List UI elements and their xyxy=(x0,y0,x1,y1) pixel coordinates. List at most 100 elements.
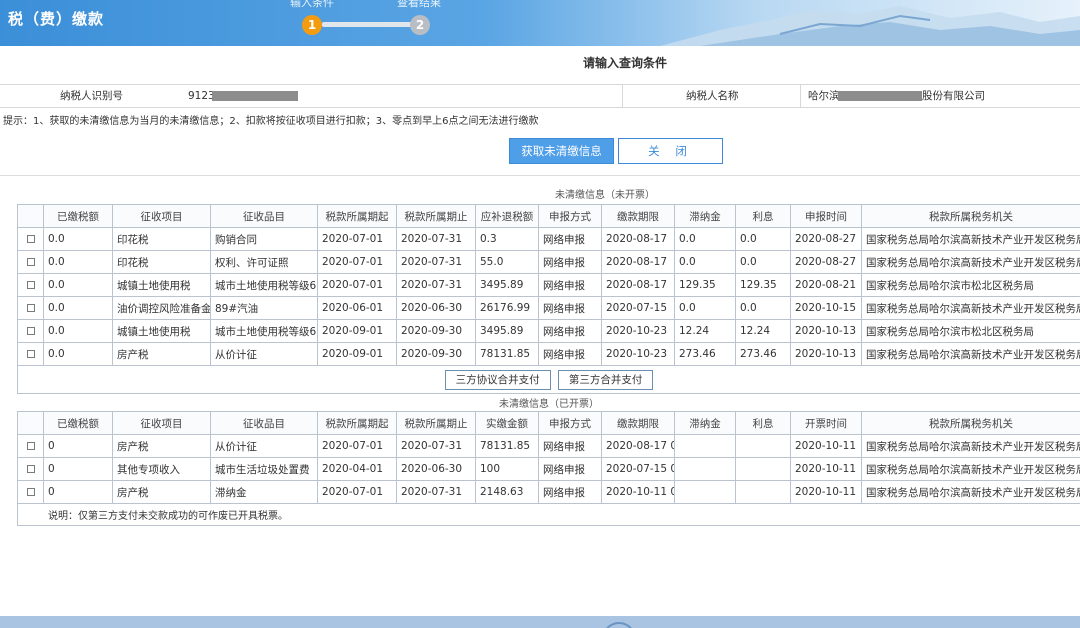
row-checkbox[interactable] xyxy=(26,304,35,312)
table-cell: 26176.99 xyxy=(475,296,539,320)
query-section-title: 请输入查询条件 xyxy=(582,56,667,70)
column-header: 税款所属期起 xyxy=(317,411,397,435)
mountain-wall-banner xyxy=(660,6,1080,46)
tripartite-combined-pay-button[interactable]: 三方协议合并支付 xyxy=(444,369,551,390)
table-cell xyxy=(735,457,791,481)
table-cell: 城市土地使用税等级6 xyxy=(210,319,318,343)
table-cell: 2020-06-30 xyxy=(396,296,476,320)
table-cell: 房产税 xyxy=(112,342,211,366)
unbilled-table-header: 已缴税额 征收项目 征收品目 税款所属期起 税款所属期止 应补退税额 申报方式 缴款期限 滞纳金… xyxy=(17,204,1080,228)
divider xyxy=(0,175,1080,176)
table-cell: 100 xyxy=(475,457,539,481)
billed-table-header: 已缴税额 征收项目 征收品目 税款所属期起 税款所属期止 实缴金额 申报方式 缴款期限 滞纳金利… xyxy=(17,411,1080,435)
row-checkbox[interactable] xyxy=(26,465,35,473)
row-checkbox-cell xyxy=(17,480,44,504)
table-row[interactable]: 0 房产税 滞纳金 2020-07-01 2020-07-31 2148.63 网络申报 20… xyxy=(17,480,1080,504)
table-cell: 2020-07-01 xyxy=(317,250,397,274)
table-cell: 城市生活垃圾处置费 xyxy=(210,457,318,481)
column-header: 已缴税额 xyxy=(43,204,113,228)
table-cell: 129.35 xyxy=(735,273,791,297)
fetch-unpaid-button[interactable]: 获取未清缴信息 xyxy=(509,138,614,164)
table-cell: 网络申报 xyxy=(538,296,602,320)
table-cell: 房产税 xyxy=(112,434,211,458)
table-cell: 2020-07-31 xyxy=(396,434,476,458)
unbilled-table-caption: 未清缴信息（未开票） xyxy=(555,190,655,201)
table-row[interactable]: 0.0 印花税 购销合同 2020-07-01 2020-07-31 0.3 网络申报 202… xyxy=(17,227,1080,251)
column-header: 应补退税额 xyxy=(475,204,539,228)
page-footer xyxy=(0,616,1080,628)
column-header: 征收项目 xyxy=(112,411,211,435)
table-cell: 0 xyxy=(43,457,113,481)
table-cell: 购销合同 xyxy=(210,227,318,251)
table-cell: 0.0 xyxy=(674,250,736,274)
step-progress-line xyxy=(322,22,412,27)
table-cell: 网络申报 xyxy=(538,480,602,504)
note-row: 说明：仅第三方支付未交款成功的可作废已开具税票。 xyxy=(17,503,1080,526)
table-cell: 2020-08-17 xyxy=(601,227,675,251)
table-cell: 2020-07-31 xyxy=(396,480,476,504)
row-checkbox-cell xyxy=(17,250,44,274)
table-cell: 国家税务总局哈尔滨高新技术产业开发区税务局 xyxy=(861,434,1080,458)
row-checkbox[interactable] xyxy=(26,281,35,289)
row-checkbox[interactable] xyxy=(26,350,35,358)
table-cell: 0 xyxy=(43,480,113,504)
table-cell: 0.0 xyxy=(43,250,113,274)
table-cell: 0.0 xyxy=(674,296,736,320)
column-header: 利息 xyxy=(735,411,791,435)
table-row[interactable]: 0.0 城镇土地使用税 城市土地使用税等级6 2020-09-01 2020-09-30… xyxy=(17,319,1080,343)
table-cell: 0.0 xyxy=(735,250,791,274)
column-header: 征收品目 xyxy=(210,204,318,228)
table-cell: 0 xyxy=(43,434,113,458)
row-checkbox[interactable] xyxy=(26,327,35,335)
table-row[interactable]: 0 其他专项收入 城市生活垃圾处置费 2020-04-01 2020-06-30 100 网… xyxy=(17,457,1080,481)
row-checkbox[interactable] xyxy=(26,488,35,496)
table-cell: 129.35 xyxy=(674,273,736,297)
table-row[interactable]: 0.0 城镇土地使用税 城市土地使用税等级6 2020-07-01 2020-07-31… xyxy=(17,273,1080,297)
taxpayer-info-row: 纳税人识别号 9123 纳税人名称 哈尔滨 股份有限公司 xyxy=(0,84,1080,108)
table-cell: 国家税务总局哈尔滨高新技术产业开发区税务局 xyxy=(861,296,1080,320)
table-cell xyxy=(735,480,791,504)
table-cell xyxy=(674,434,736,458)
row-checkbox-cell xyxy=(17,227,44,251)
column-header: 缴款期限 xyxy=(601,204,675,228)
column-header: 开票时间 xyxy=(790,411,862,435)
note-text: 说明：仅第三方支付未交款成功的可作废已开具税票。 xyxy=(17,503,1080,526)
table-cell: 国家税务总局哈尔滨高新技术产业开发区税务局 xyxy=(861,227,1080,251)
table-cell: 网络申报 xyxy=(538,273,602,297)
table-cell: 2020-07-01 xyxy=(317,273,397,297)
table-cell: 0.0 xyxy=(43,273,113,297)
column-header: 税款所属期止 xyxy=(396,411,476,435)
table-cell: 2020-09-30 xyxy=(396,319,476,343)
billed-table-caption: 未清缴信息（已开票） xyxy=(17,393,1080,412)
taxpayer-name-prefix: 哈尔滨 xyxy=(808,90,840,102)
table-cell: 网络申报 xyxy=(538,457,602,481)
table-cell: 2020-10-11 xyxy=(790,457,862,481)
table-cell: 2020-10-11 xyxy=(790,434,862,458)
table-cell: 从价计征 xyxy=(210,434,318,458)
table-cell: 国家税务总局哈尔滨市松北区税务局 xyxy=(861,273,1080,297)
table-cell: 55.0 xyxy=(475,250,539,274)
table-cell: 0.0 xyxy=(43,296,113,320)
table-row[interactable]: 0.0 印花税 权利、许可证照 2020-07-01 2020-07-31 55.0 网络申… xyxy=(17,250,1080,274)
table-row[interactable]: 0.0 房产税 从价计征 2020-09-01 2020-09-30 78131.85 网络… xyxy=(17,342,1080,366)
table-cell: 2020-07-15 0 xyxy=(601,457,675,481)
table-row[interactable]: 0 房产税 从价计征 2020-07-01 2020-07-31 78131.85 网络申报… xyxy=(17,434,1080,458)
table-cell: 网络申报 xyxy=(538,342,602,366)
row-checkbox[interactable] xyxy=(26,442,35,450)
row-checkbox[interactable] xyxy=(26,258,35,266)
table-cell: 273.46 xyxy=(674,342,736,366)
emblem-icon xyxy=(602,622,636,628)
table-cell: 2020-07-15 xyxy=(601,296,675,320)
close-button[interactable]: 关 闭 xyxy=(618,138,723,164)
table-cell: 国家税务总局哈尔滨高新技术产业开发区税务局 xyxy=(861,480,1080,504)
thirdparty-combined-pay-button[interactable]: 第三方合并支付 xyxy=(557,369,654,390)
step-1-circle: 1 xyxy=(302,15,322,35)
table-cell: 0.0 xyxy=(43,319,113,343)
table-cell: 2020-08-17 xyxy=(601,273,675,297)
row-checkbox[interactable] xyxy=(26,235,35,243)
table-cell: 2020-10-23 xyxy=(601,319,675,343)
taxpayer-id-label: 纳税人识别号 xyxy=(60,90,123,102)
table-row[interactable]: 0.0 油价调控风险准备金 89#汽油 2020-06-01 2020-06-30 261… xyxy=(17,296,1080,320)
column-header: 税款所属税务机关 xyxy=(861,204,1080,228)
table-cell: 国家税务总局哈尔滨高新技术产业开发区税务局 xyxy=(861,250,1080,274)
